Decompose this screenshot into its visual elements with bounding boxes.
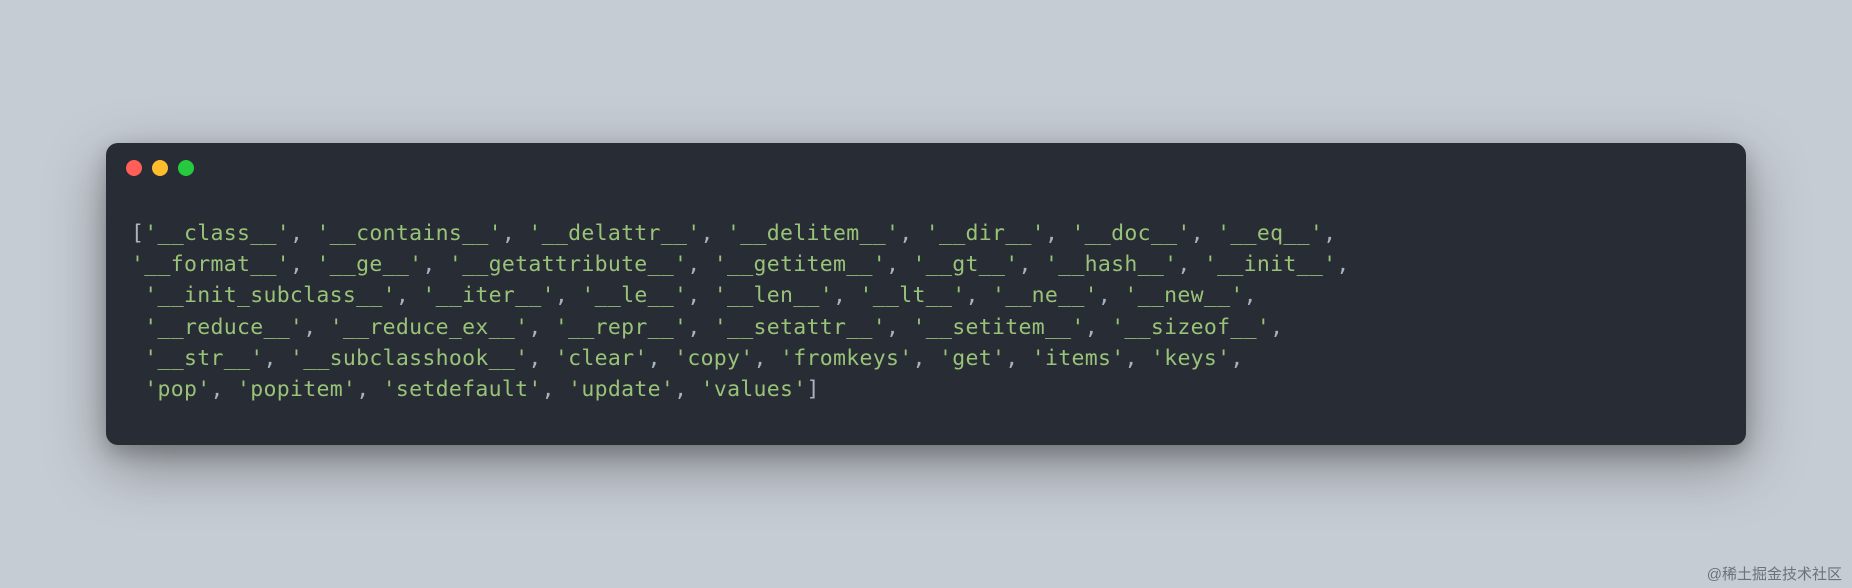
code-token-comma: , xyxy=(674,377,701,402)
code-token-comma: , xyxy=(1244,283,1271,308)
code-token-str: '__iter__' xyxy=(422,283,554,308)
code-token-comma: , xyxy=(701,221,728,246)
code-token-bracket: [ xyxy=(131,221,144,246)
code-token-str: '__subclasshook__' xyxy=(290,346,528,371)
code-token-bracket: ] xyxy=(807,377,820,402)
code-token-comma: , xyxy=(303,315,330,340)
code-token-str: 'popitem' xyxy=(237,377,356,402)
code-token-comma xyxy=(131,283,144,308)
code-token-comma: , xyxy=(899,221,926,246)
code-token-comma: , xyxy=(356,377,383,402)
code-token-comma xyxy=(131,377,144,402)
code-token-str: '__doc__' xyxy=(1071,221,1190,246)
code-token-str: '__le__' xyxy=(581,283,687,308)
code-token-comma: , xyxy=(396,283,423,308)
watermark: @稀土掘金技术社区 xyxy=(1707,563,1842,584)
code-token-str: '__new__' xyxy=(1124,283,1243,308)
code-token-str: 'setdefault' xyxy=(383,377,542,402)
code-token-comma: , xyxy=(913,346,940,371)
code-token-str: '__reduce_ex__' xyxy=(330,315,529,340)
code-token-str: 'pop' xyxy=(144,377,210,402)
code-token-comma: , xyxy=(1085,315,1112,340)
code-token-comma: , xyxy=(1098,283,1125,308)
code-line: '__str__', '__subclasshook__', 'clear', … xyxy=(131,343,1721,374)
code-token-str: 'update' xyxy=(568,377,674,402)
code-token-str: 'items' xyxy=(1032,346,1125,371)
code-token-comma: , xyxy=(210,377,237,402)
code-token-str: 'fromkeys' xyxy=(780,346,912,371)
code-token-comma: , xyxy=(1045,221,1072,246)
code-token-comma: , xyxy=(502,221,529,246)
code-token-comma: , xyxy=(687,315,714,340)
code-token-str: '__format__' xyxy=(131,252,290,277)
code-token-str: '__len__' xyxy=(714,283,833,308)
code-token-str: '__dir__' xyxy=(926,221,1045,246)
code-token-str: '__contains__' xyxy=(316,221,501,246)
code-token-str: '__lt__' xyxy=(860,283,966,308)
code-token-comma: , xyxy=(290,252,317,277)
code-token-comma: , xyxy=(886,315,913,340)
code-token-str: '__setitem__' xyxy=(913,315,1085,340)
code-token-comma: , xyxy=(528,315,555,340)
code-token-comma: , xyxy=(1177,252,1204,277)
code-token-comma: , xyxy=(833,283,860,308)
code-token-comma: , xyxy=(1323,221,1350,246)
code-token-str: '__reduce__' xyxy=(144,315,303,340)
code-token-comma: , xyxy=(542,377,569,402)
code-line: ['__class__', '__contains__', '__delattr… xyxy=(131,218,1721,249)
code-token-comma: , xyxy=(422,252,449,277)
code-token-str: '__sizeof__' xyxy=(1111,315,1270,340)
code-token-str: 'clear' xyxy=(555,346,648,371)
code-token-str: '__getattribute__' xyxy=(449,252,687,277)
code-token-comma: , xyxy=(1191,221,1218,246)
code-token-comma: , xyxy=(1124,346,1151,371)
code-token-comma: , xyxy=(555,283,582,308)
code-token-comma: , xyxy=(1270,315,1297,340)
code-token-str: '__class__' xyxy=(144,221,290,246)
code-line: '__init_subclass__', '__iter__', '__le__… xyxy=(131,280,1721,311)
code-token-comma: , xyxy=(1230,346,1257,371)
code-token-str: 'copy' xyxy=(674,346,753,371)
code-token-str: '__ne__' xyxy=(992,283,1098,308)
code-token-str: 'keys' xyxy=(1151,346,1230,371)
code-token-comma: , xyxy=(1336,252,1363,277)
code-token-comma: , xyxy=(687,283,714,308)
maximize-icon[interactable] xyxy=(178,160,194,176)
code-token-comma: , xyxy=(290,221,317,246)
code-token-comma xyxy=(131,315,144,340)
close-icon[interactable] xyxy=(126,160,142,176)
code-token-comma xyxy=(131,346,144,371)
code-token-comma: , xyxy=(648,346,675,371)
code-token-str: '__setattr__' xyxy=(714,315,886,340)
code-token-str: '__init__' xyxy=(1204,252,1336,277)
code-token-comma: , xyxy=(886,252,913,277)
title-bar xyxy=(106,143,1746,193)
code-token-comma: , xyxy=(1005,346,1032,371)
code-token-comma: , xyxy=(754,346,781,371)
code-line: '__reduce__', '__reduce_ex__', '__repr__… xyxy=(131,312,1721,343)
code-token-str: '__delattr__' xyxy=(528,221,700,246)
code-token-comma: , xyxy=(1018,252,1045,277)
terminal-window: ['__class__', '__contains__', '__delattr… xyxy=(106,143,1746,445)
code-token-str: '__getitem__' xyxy=(714,252,886,277)
code-line: '__format__', '__ge__', '__getattribute_… xyxy=(131,249,1721,280)
code-token-str: '__gt__' xyxy=(912,252,1018,277)
code-token-str: '__hash__' xyxy=(1045,252,1177,277)
code-token-str: 'get' xyxy=(939,346,1005,371)
code-token-str: '__ge__' xyxy=(316,252,422,277)
code-token-str: '__eq__' xyxy=(1217,221,1323,246)
minimize-icon[interactable] xyxy=(152,160,168,176)
code-token-str: '__repr__' xyxy=(555,315,687,340)
code-token-str: 'values' xyxy=(701,377,807,402)
code-token-str: '__init_subclass__' xyxy=(144,283,396,308)
code-area: ['__class__', '__contains__', '__delattr… xyxy=(106,193,1746,445)
code-token-str: '__delitem__' xyxy=(727,221,899,246)
code-token-comma: , xyxy=(528,346,555,371)
code-token-comma: , xyxy=(687,252,714,277)
code-token-str: '__str__' xyxy=(144,346,263,371)
code-token-comma: , xyxy=(965,283,992,308)
code-line: 'pop', 'popitem', 'setdefault', 'update'… xyxy=(131,374,1721,405)
code-token-comma: , xyxy=(263,346,290,371)
